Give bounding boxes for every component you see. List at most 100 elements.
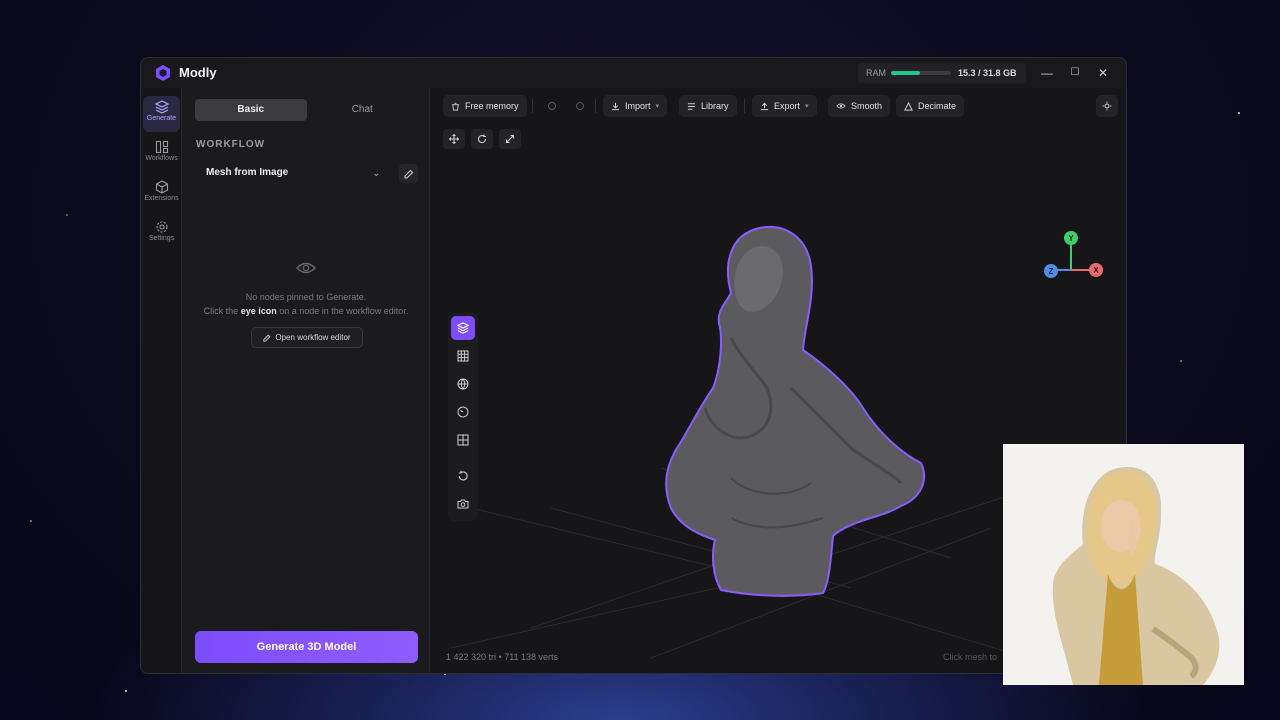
nav-label-workflows: Workflows — [145, 155, 178, 162]
edit-icon — [404, 169, 413, 178]
undo-icon — [548, 102, 556, 110]
axis-x-label: X — [1093, 266, 1099, 275]
chevron-down-icon: ⌄ — [372, 168, 380, 178]
axis-x[interactable]: X — [1089, 263, 1103, 277]
gear-icon — [155, 221, 168, 233]
close-button[interactable]: ✕ — [1095, 65, 1111, 81]
empty-hint-bold: eye icon — [240, 306, 277, 316]
viewport-settings-button[interactable] — [1096, 95, 1118, 117]
nav-label-settings: Settings — [148, 235, 175, 242]
app-title: Modly — [179, 65, 217, 80]
smooth-button[interactable]: Smooth — [828, 95, 891, 117]
import-icon — [611, 102, 620, 110]
axis-z-label: Z — [1049, 267, 1054, 276]
layers-view-button[interactable] — [451, 316, 475, 340]
uv-view-button[interactable] — [451, 428, 475, 452]
workflow-section-label: WORKFLOW — [196, 139, 266, 150]
expand-icon — [505, 134, 515, 144]
input-image-preview — [1003, 444, 1244, 685]
axis-gizmo[interactable]: Y X Z — [1033, 228, 1103, 288]
generate-3d-model-button[interactable]: Generate 3D Model — [195, 631, 418, 663]
smooth-label: Smooth — [851, 101, 883, 111]
open-workflow-editor-button[interactable]: Open workflow editor — [251, 327, 363, 348]
ram-value: 15.3 / 31.8 GB — [958, 68, 1017, 78]
nav-item-extensions[interactable]: Extensions — [143, 176, 180, 212]
open-editor-label: Open workflow editor — [275, 333, 351, 342]
nav-label-generate: Generate — [146, 115, 177, 122]
axis-y-label: Y — [1068, 234, 1074, 243]
list-icon — [687, 102, 696, 110]
import-button[interactable]: Import ▾ — [603, 95, 668, 117]
sun-icon — [1102, 101, 1112, 111]
toolbar-divider — [595, 99, 596, 113]
triangle-icon — [904, 101, 913, 111]
chevron-down-icon: ▾ — [805, 103, 809, 110]
toolbar-divider — [744, 99, 745, 113]
minimize-button[interactable]: — — [1039, 65, 1055, 81]
ram-label: RAM — [866, 68, 886, 78]
redo-button[interactable] — [571, 95, 589, 117]
scale-tool-button[interactable] — [499, 129, 521, 149]
figure-mesh — [665, 225, 926, 597]
screenshot-button[interactable] — [451, 492, 475, 516]
move-icon — [449, 134, 459, 144]
grid-icon — [457, 350, 469, 362]
layers-icon — [154, 100, 169, 114]
ram-bar — [891, 71, 951, 75]
camera-icon — [457, 499, 469, 509]
empty-state-text: No nodes pinned to Generate. — [245, 292, 367, 302]
rotate-tool-button[interactable] — [471, 129, 493, 149]
gauge-icon — [457, 406, 469, 418]
tab-basic[interactable]: Basic — [195, 99, 307, 121]
workflow-select[interactable]: Mesh from Image ⌄ — [196, 163, 386, 183]
empty-hint-post: on a node in the workflow editor. — [279, 306, 409, 316]
ram-bar-fill — [891, 71, 920, 75]
decimate-label: Decimate — [918, 101, 957, 111]
panels-icon — [457, 434, 469, 446]
reference-photo — [1003, 444, 1244, 685]
export-icon — [760, 102, 769, 110]
eye-icon — [296, 262, 316, 274]
globe-icon — [457, 378, 469, 390]
library-button[interactable]: Library — [679, 95, 737, 117]
empty-state-hint: Click the eye icon on a node in the work… — [182, 306, 430, 316]
generate-panel: Basic Chat WORKFLOW Mesh from Image ⌄ No… — [182, 88, 430, 673]
move-tool-button[interactable] — [443, 129, 465, 149]
axis-z[interactable]: Z — [1044, 264, 1058, 278]
rotate-icon — [477, 134, 487, 144]
eye-icon — [836, 103, 846, 109]
layers-icon — [457, 322, 469, 334]
toolbar-divider — [532, 99, 533, 113]
modly-logo-icon — [156, 65, 170, 81]
export-button[interactable]: Export ▾ — [752, 95, 817, 117]
reset-icon — [458, 470, 468, 481]
export-label: Export — [774, 101, 801, 111]
undo-button[interactable] — [543, 95, 561, 117]
nav-item-generate[interactable]: Generate — [143, 96, 180, 132]
sidebar-nav: Generate Workflows Extensions Settings — [141, 88, 182, 673]
tab-chat[interactable]: Chat — [307, 99, 419, 121]
library-label: Library — [701, 101, 729, 111]
globe-view-button[interactable] — [451, 372, 475, 396]
edit-workflow-button[interactable] — [399, 164, 418, 183]
import-label: Import — [625, 101, 651, 111]
nav-item-workflows[interactable]: Workflows — [143, 136, 180, 172]
redo-icon — [576, 102, 584, 110]
ram-indicator: RAM 15.3 / 31.8 GB — [858, 63, 1026, 83]
reset-view-button[interactable] — [451, 464, 475, 488]
timer-view-button[interactable] — [451, 400, 475, 424]
cube-icon — [155, 180, 168, 194]
nav-item-settings[interactable]: Settings — [143, 216, 180, 252]
mode-tabs: Basic Chat — [195, 99, 418, 121]
workflows-icon — [155, 140, 168, 154]
title-bar: Modly RAM 15.3 / 31.8 GB — ☐ ✕ — [141, 58, 1126, 88]
decimate-button[interactable]: Decimate — [896, 95, 965, 117]
free-memory-button[interactable]: Free memory — [443, 95, 527, 117]
axis-y[interactable]: Y — [1064, 231, 1078, 245]
nav-label-extensions: Extensions — [144, 195, 179, 202]
maximize-button[interactable]: ☐ — [1067, 65, 1083, 81]
view-mode-toolbar — [448, 313, 478, 521]
chevron-down-icon: ▾ — [655, 103, 660, 110]
mesh-stats: 1 422 320 tri • 711 138 verts — [446, 652, 559, 662]
wireframe-view-button[interactable] — [451, 344, 475, 368]
